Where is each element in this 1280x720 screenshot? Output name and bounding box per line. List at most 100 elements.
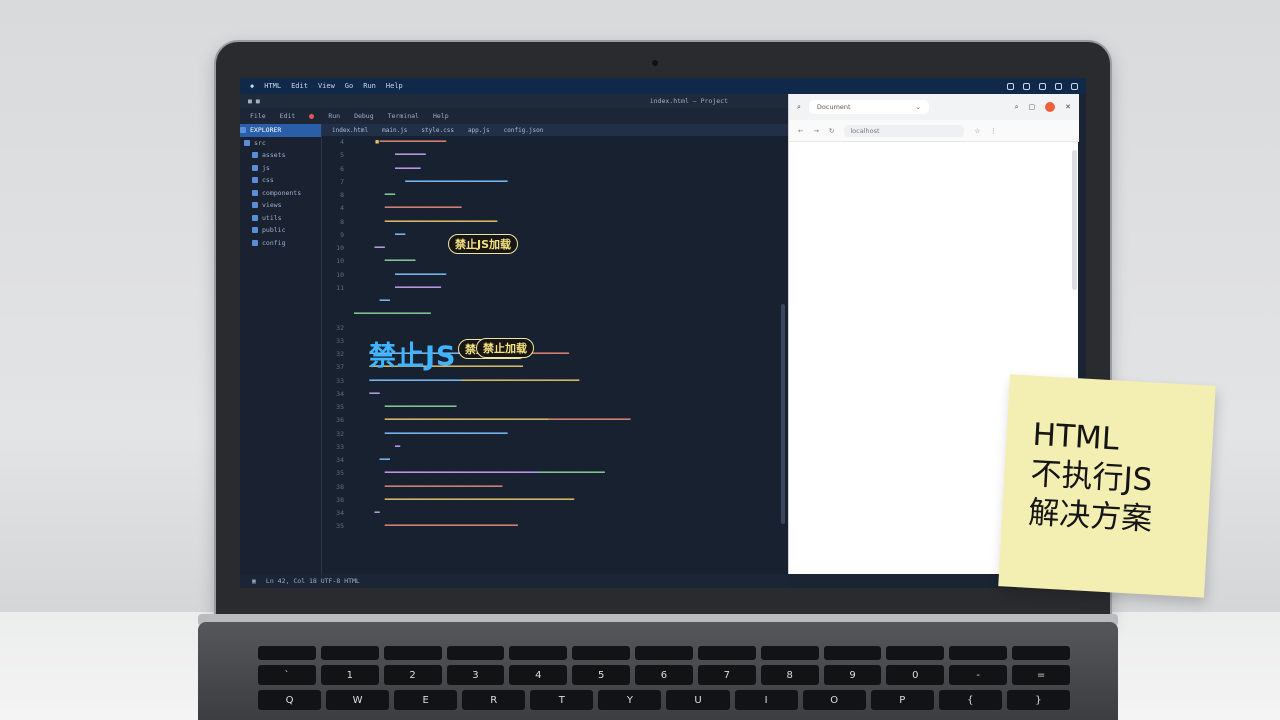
key[interactable]	[949, 646, 1008, 660]
sidebar-item[interactable]: views	[240, 199, 321, 212]
key[interactable]: O	[802, 690, 866, 710]
sidebar-item[interactable]: assets	[240, 149, 321, 162]
key[interactable]	[320, 646, 379, 660]
toolbar-item[interactable]: Help	[433, 112, 449, 120]
sidebar-item[interactable]: public	[240, 224, 321, 237]
record-icon[interactable]	[309, 113, 315, 119]
avatar[interactable]	[1045, 102, 1056, 112]
toolbar-item[interactable]: Edit	[280, 112, 296, 120]
status-bar: ▣ Ln 42, Col 18 UTF-8 HTML	[240, 574, 788, 588]
menu-item[interactable]: Run	[363, 82, 376, 90]
status-icon[interactable]	[1039, 82, 1046, 90]
key[interactable]: 7	[697, 665, 756, 685]
sidebar-item[interactable]: css	[240, 174, 321, 187]
key[interactable]: 8	[760, 665, 819, 685]
browser-tabbar: ⌕ Document ⌄ ⌕ ▢ ✕	[789, 94, 1079, 120]
status-icon[interactable]	[1023, 82, 1030, 90]
key[interactable]	[1012, 646, 1070, 660]
key[interactable]	[258, 646, 316, 660]
sidebar-item-explorer[interactable]: EXPLORER	[240, 124, 321, 137]
sidebar-item[interactable]: js	[240, 162, 321, 175]
menu-item[interactable]: Go	[345, 82, 353, 90]
sidebar-item[interactable]: src	[240, 137, 321, 150]
key[interactable]: 9	[823, 665, 882, 685]
key[interactable]	[635, 646, 693, 660]
key[interactable]: P	[870, 690, 934, 710]
key[interactable]: 2	[383, 665, 442, 685]
editor-scrollbar[interactable]	[781, 304, 785, 524]
apple-icon[interactable]: ◆	[250, 82, 254, 90]
toolbar-item[interactable]: File	[250, 112, 266, 120]
key[interactable]	[760, 646, 819, 660]
sidebar-item[interactable]: components	[240, 187, 321, 200]
key[interactable]: R	[462, 690, 526, 710]
status-icon[interactable]	[1055, 82, 1062, 90]
key[interactable]	[697, 646, 756, 660]
reload-icon[interactable]: ↻	[829, 127, 834, 135]
key[interactable]: {	[938, 690, 1002, 710]
toolbar-item[interactable]: Run	[328, 112, 340, 120]
key[interactable]	[509, 646, 568, 660]
key[interactable]: -	[949, 665, 1008, 685]
key[interactable]: I	[734, 690, 798, 710]
key[interactable]	[446, 646, 505, 660]
menu-bar: ◆ HTML Edit View Go Run Help	[240, 78, 1086, 94]
sidebar-item[interactable]: config	[240, 237, 321, 250]
key[interactable]	[823, 646, 882, 660]
key[interactable]: Q	[258, 690, 322, 710]
terminal-icon[interactable]: ▣	[252, 577, 256, 585]
status-icon[interactable]	[1007, 82, 1014, 90]
key[interactable]: 5	[572, 665, 631, 685]
key[interactable]	[383, 646, 442, 660]
code-line: ━━━━━━━━━━━━━━━━━━━━━━━━━━━━━━━━━━━━━━━━…	[369, 375, 580, 386]
status-icon[interactable]	[1071, 82, 1078, 90]
key[interactable]: T	[530, 690, 594, 710]
key[interactable]: =	[1012, 665, 1070, 685]
menu-icon[interactable]: ⋮	[990, 127, 997, 135]
tab-file[interactable]: app.js	[468, 127, 490, 134]
toolbar-item[interactable]: Terminal	[388, 112, 419, 120]
extensions-icon[interactable]: ▢	[1029, 103, 1036, 111]
bookmark-icon[interactable]: ☆	[974, 127, 980, 135]
tab-file[interactable]: index.html	[332, 127, 368, 134]
key[interactable]: E	[394, 690, 458, 710]
search-icon[interactable]: ⌕	[1015, 103, 1019, 112]
forward-icon[interactable]: →	[813, 127, 818, 135]
key[interactable]: W	[326, 690, 390, 710]
folder-icon	[244, 139, 250, 146]
address-bar[interactable]: localhost	[844, 124, 965, 137]
search-icon[interactable]: ⌕	[797, 103, 801, 112]
menu-item[interactable]: View	[318, 82, 335, 90]
tab-file[interactable]: style.css	[421, 127, 454, 134]
close-icon[interactable]: ✕	[1065, 103, 1071, 111]
tab-file[interactable]: config.json	[504, 127, 544, 134]
menu-item[interactable]: HTML	[264, 82, 281, 90]
chevron-down-icon[interactable]: ⌄	[915, 103, 920, 111]
code-line: ━━━━━━━━━━━━━━━━━━━━━━━━━━━━━━━━━━━━━━━━…	[384, 468, 605, 479]
tab-file[interactable]: main.js	[382, 127, 407, 134]
browser-scrollbar[interactable]	[1072, 150, 1077, 290]
back-icon[interactable]: ←	[798, 127, 803, 135]
key[interactable]: Y	[598, 690, 662, 710]
code-line: ━━━━━━━━━━━━━━━━━━━━━━━━━━━━━━━━━━━━━━━━…	[384, 415, 631, 426]
browser-tab[interactable]: Document ⌄	[808, 100, 929, 114]
key[interactable]: 4	[509, 665, 568, 685]
code-line: ━━━━━	[394, 163, 421, 174]
menu-item[interactable]: Help	[386, 82, 403, 90]
key[interactable]: }	[1006, 690, 1070, 710]
key[interactable]	[886, 646, 945, 660]
sidebar-item[interactable]: utils	[240, 212, 321, 225]
key[interactable]: 3	[446, 665, 505, 685]
key[interactable]: `	[258, 665, 316, 685]
key[interactable]: 1	[320, 665, 379, 685]
window-controls-icon[interactable]: ■ ■	[248, 97, 260, 105]
key[interactable]: 6	[635, 665, 693, 685]
key[interactable]: 0	[886, 665, 945, 685]
toolbar-item[interactable]: Debug	[354, 112, 374, 120]
code-line: ▪━━━━━━━━━━━━━	[374, 137, 447, 147]
code-line: ━━	[379, 296, 390, 306]
key[interactable]: U	[666, 690, 730, 710]
menu-item[interactable]: Edit	[291, 82, 308, 90]
key[interactable]	[572, 646, 631, 660]
